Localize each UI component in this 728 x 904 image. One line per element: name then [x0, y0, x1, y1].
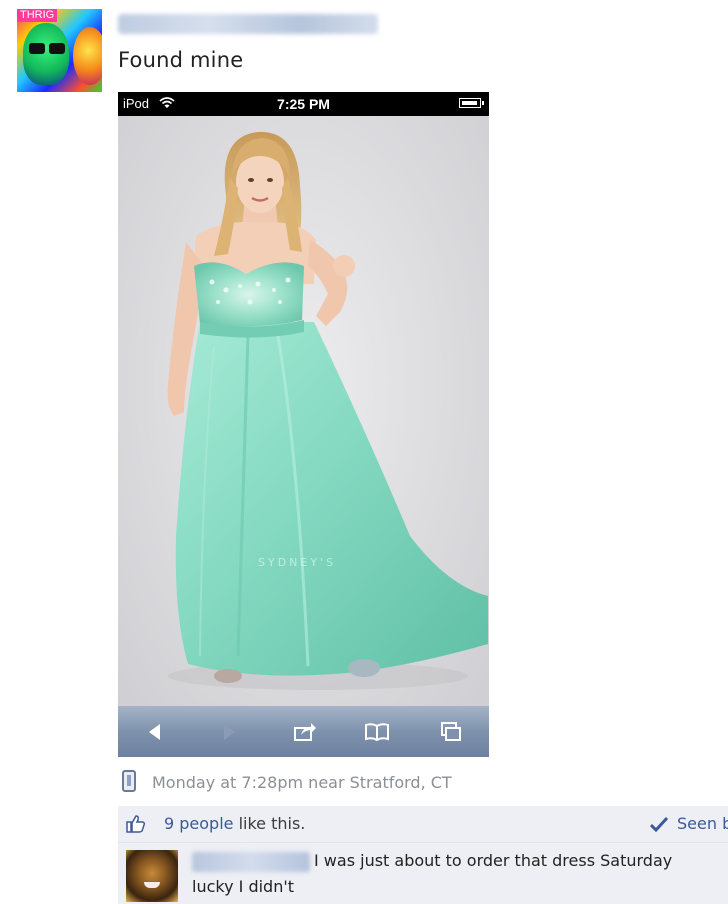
avatar-face-2 — [73, 27, 102, 85]
avatar-face — [23, 23, 69, 85]
bookmarks-button[interactable] — [362, 719, 392, 745]
post-text: Found mine — [118, 48, 244, 72]
tabs-icon — [441, 722, 461, 741]
comment-text-line2: lucky I didn't — [192, 877, 295, 896]
poster-name-redacted[interactable] — [118, 14, 378, 34]
like-thumb-icon — [126, 815, 146, 833]
forward-button[interactable] — [214, 719, 244, 745]
seen-by-link[interactable]: Seen b — [677, 814, 728, 833]
product-photo: SYDNEY'S — [118, 116, 489, 706]
status-bar: iPod 7:25 PM — [118, 92, 489, 116]
likes-bar: 9 people like this. Seen b — [118, 806, 728, 842]
mobile-device-icon — [122, 770, 136, 792]
bookmarks-icon — [365, 723, 389, 742]
likes-suffix: like this. — [238, 814, 306, 833]
dress-model-figure: SYDNEY'S — [167, 131, 488, 690]
avatar-smile — [144, 882, 160, 888]
poster-avatar[interactable]: THRIG — [17, 9, 102, 92]
forward-arrow-icon — [224, 724, 235, 740]
avatar-tag: THRIG — [17, 9, 58, 22]
likes-summary: 9 people like this. — [164, 814, 305, 833]
likes-count-link[interactable]: 9 people — [164, 814, 234, 833]
commenter-name-redacted[interactable] — [192, 852, 310, 872]
status-time: 7:25 PM — [277, 96, 330, 112]
sunglasses-left — [29, 43, 45, 54]
phone-screenshot[interactable]: iPod 7:25 PM SYDNEY'S — [118, 92, 489, 757]
share-icon — [294, 723, 316, 741]
battery-icon — [459, 98, 484, 108]
comment-text-line1: I was just about to order that dress Sat… — [314, 851, 673, 870]
seen-check-icon — [650, 816, 668, 832]
sunglasses-right — [49, 43, 65, 54]
photo-watermark: SYDNEY'S — [258, 556, 336, 569]
post-timestamp-location[interactable]: Monday at 7:28pm near Stratford, CT — [152, 773, 452, 792]
back-arrow-icon — [149, 724, 160, 740]
browser-toolbar — [118, 706, 489, 757]
comment-item: I was just about to order that dress Sat… — [118, 842, 728, 904]
tabs-button[interactable] — [436, 719, 466, 745]
commenter-avatar[interactable] — [126, 850, 178, 902]
share-button[interactable] — [290, 719, 320, 745]
back-button[interactable] — [140, 719, 170, 745]
